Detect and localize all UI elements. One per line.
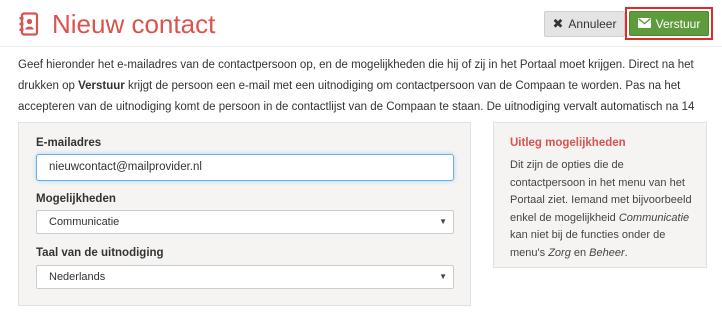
help-text-part4: . [624,246,628,259]
help-text: Dit zijn de opties die de contactpersoon… [510,157,694,262]
envelope-icon [637,17,651,31]
send-button[interactable]: Verstuur [629,11,709,36]
page-title: Nieuw contact [52,9,216,39]
language-label: Taal van de uitnodiging [36,247,164,259]
help-text-italic-zorg: Zorg [548,246,571,259]
mogelijkheden-label: Mogelijkheden [36,193,116,205]
address-book-icon [18,12,40,36]
close-icon: ✖ [552,16,564,31]
cancel-button[interactable]: ✖ Annuleer [544,11,625,37]
email-label: E-mailadres [36,137,102,149]
mogelijkheden-select-value: Communicatie [49,216,120,228]
chevron-down-icon: ▼ [439,272,447,281]
send-button-highlight: Verstuur [625,7,713,40]
help-title: Uitleg mogelijkheden [510,137,626,149]
page-header: Nieuw contact ✖ Annuleer Verstuur [0,0,722,50]
email-field[interactable]: nieuwcontact@mailprovider.nl [36,154,454,181]
chevron-down-icon: ▼ [439,217,447,226]
send-button-label: Verstuur [655,16,701,31]
help-text-italic-beheer: Beheer [589,246,625,259]
cancel-button-label: Annuleer [568,17,617,31]
help-text-part3: en [570,246,590,259]
language-select-value: Nederlands [49,271,106,283]
help-text-italic-communicatie: Communicatie [618,211,690,224]
contact-form: E-mailadres nieuwcontact@mailprovider.nl… [18,122,471,306]
language-select[interactable]: Nederlands ▼ [36,265,454,289]
header-divider [0,46,722,47]
mogelijkheden-select[interactable]: Communicatie ▼ [36,210,454,234]
intro-text-bold: Verstuur [78,80,125,92]
help-panel: Uitleg mogelijkheden Dit zijn de opties … [493,122,707,268]
